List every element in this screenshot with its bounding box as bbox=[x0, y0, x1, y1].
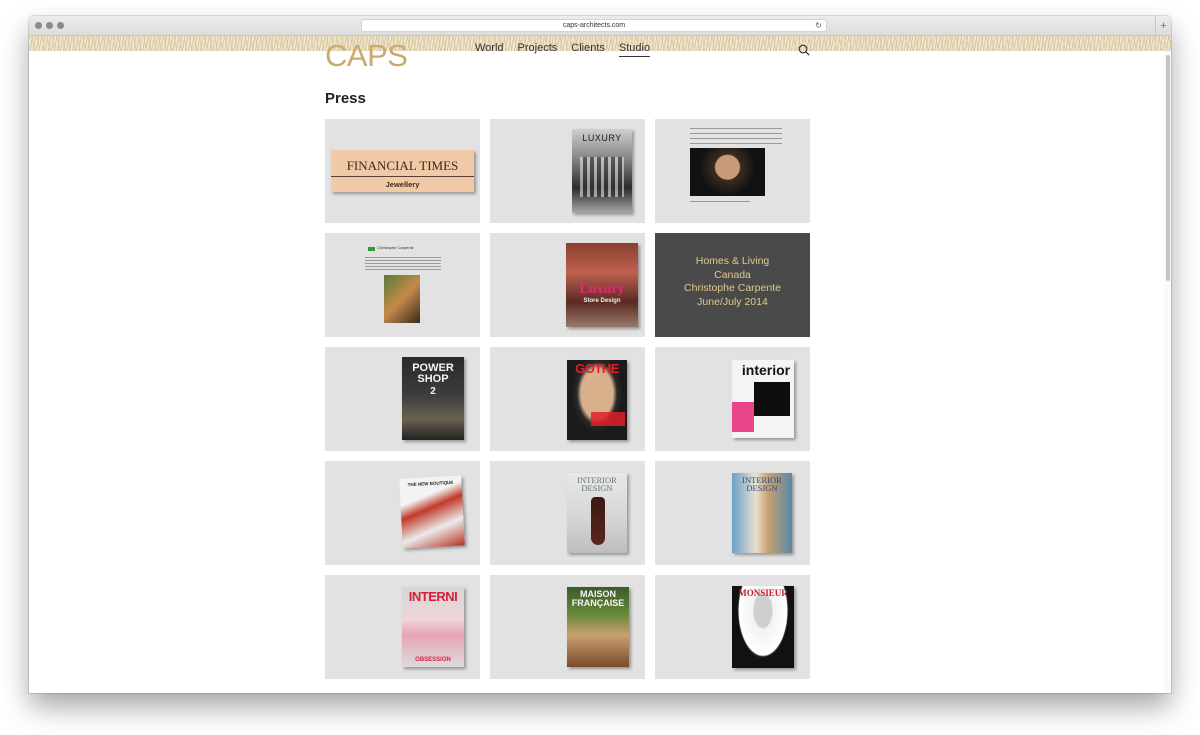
cover-subtitle: 2 bbox=[430, 386, 436, 397]
scrollbar-thumb[interactable] bbox=[1166, 55, 1170, 281]
address-bar[interactable]: caps-architects.com ↻ bbox=[361, 19, 827, 32]
minimize-window-button[interactable] bbox=[46, 22, 53, 29]
cover-image: MONSIEUR bbox=[732, 586, 794, 668]
cover-title: interior bbox=[741, 362, 791, 378]
tile-caption: Homes & Living Canada Christophe Carpent… bbox=[655, 255, 810, 309]
article-photo bbox=[384, 275, 420, 323]
caption-line: Canada bbox=[714, 268, 751, 281]
caption-line: Homes & Living bbox=[695, 255, 770, 267]
plus-icon[interactable]: + bbox=[1155, 16, 1171, 36]
article-caption-lines bbox=[690, 199, 750, 204]
site-logo[interactable]: CAPS bbox=[325, 38, 408, 74]
caption-line: June/July 2014 bbox=[697, 295, 768, 308]
cover-image: LUXURY bbox=[572, 129, 632, 213]
article-text-lines bbox=[365, 255, 441, 271]
cover-title: FINANCIAL TIMES bbox=[346, 158, 459, 173]
press-tile-interior[interactable]: interior bbox=[655, 347, 810, 451]
cover-image: FINANCIAL TIMES Jewellery bbox=[331, 150, 474, 192]
page-title: Press bbox=[325, 90, 366, 107]
cover-rule bbox=[331, 176, 474, 177]
press-tile-power-shop[interactable]: POWER SHOP 2 bbox=[325, 347, 480, 451]
main-nav: World Projects Clients Studio bbox=[475, 42, 664, 57]
nav-item-projects[interactable]: Projects bbox=[518, 42, 558, 57]
portrait-photo bbox=[690, 148, 765, 196]
article-badge bbox=[368, 247, 375, 251]
article-headline: Christophe Carpente bbox=[377, 245, 414, 250]
search-icon[interactable] bbox=[798, 44, 810, 56]
close-window-button[interactable] bbox=[35, 22, 42, 29]
press-tile-new-boutique[interactable]: THE NEW BOUTIQUE bbox=[325, 461, 480, 565]
cover-image: INTERIOR DESIGN bbox=[732, 473, 792, 553]
cover-title: MAISON FRANÇAISE bbox=[571, 589, 625, 608]
cover-title: POWER SHOP bbox=[412, 362, 454, 385]
press-tile-luxury-store-design[interactable]: Luxury Store Design bbox=[490, 233, 645, 337]
cover-title: MONSIEUR bbox=[738, 588, 788, 598]
zoom-window-button[interactable] bbox=[57, 22, 64, 29]
press-tile-interior-design-2[interactable]: INTERIOR DESIGN bbox=[655, 461, 810, 565]
press-tile-interni[interactable]: INTERNI OBSESSION bbox=[325, 575, 480, 679]
address-bar-url: caps-architects.com bbox=[562, 22, 626, 29]
cover-dress-figure bbox=[591, 497, 605, 545]
nav-item-clients[interactable]: Clients bbox=[571, 42, 605, 57]
cover-photo bbox=[580, 157, 624, 197]
cover-subtitle: Jewellery bbox=[385, 180, 420, 189]
press-tile-financial-times[interactable]: FINANCIAL TIMES Jewellery bbox=[325, 119, 480, 223]
reload-icon[interactable]: ↻ bbox=[815, 20, 822, 31]
cover-title: INTERIOR DESIGN bbox=[577, 475, 617, 493]
press-grid: FINANCIAL TIMES Jewellery LUXURY Christo… bbox=[325, 119, 810, 679]
cover-title: INTERIOR DESIGN bbox=[742, 475, 782, 493]
press-tile-chinese-article[interactable]: Christophe Carpente bbox=[325, 233, 480, 337]
press-tile-interior-design-1[interactable]: INTERIOR DESIGN bbox=[490, 461, 645, 565]
cover-title: THE NEW BOUTIQUE bbox=[407, 479, 454, 488]
cover-image: Luxury Store Design bbox=[566, 243, 638, 327]
cover-subtitle: OBSESSION bbox=[415, 657, 451, 663]
press-tile-gothe[interactable]: GOTHE bbox=[490, 347, 645, 451]
cover-image: INTERNI OBSESSION bbox=[402, 587, 464, 667]
press-tile-monsieur[interactable]: MONSIEUR bbox=[655, 575, 810, 679]
cover-headline-block bbox=[591, 412, 625, 426]
cover-pink-block bbox=[732, 402, 754, 432]
press-tile-homes-living[interactable]: Homes & Living Canada Christophe Carpent… bbox=[655, 233, 810, 337]
nav-item-studio[interactable]: Studio bbox=[618, 42, 651, 57]
scrollbar[interactable] bbox=[1164, 51, 1171, 693]
cover-image: interior bbox=[732, 360, 794, 438]
press-tile-luxury[interactable]: LUXURY bbox=[490, 119, 645, 223]
cover-image: MAISON FRANÇAISE bbox=[567, 587, 629, 667]
caption-line: Christophe Carpente bbox=[684, 282, 781, 294]
article-text-lines bbox=[690, 126, 782, 146]
press-tile-maison-francaise[interactable]: MAISON FRANÇAISE bbox=[490, 575, 645, 679]
cover-image: INTERIOR DESIGN bbox=[567, 473, 627, 553]
nav-item-world[interactable]: World bbox=[475, 42, 504, 57]
cover-title: INTERNI bbox=[408, 589, 458, 604]
cover-image: POWER SHOP 2 bbox=[402, 357, 464, 440]
browser-titlebar: caps-architects.com ↻ + bbox=[29, 16, 1171, 36]
cover-subtitle: Store Design bbox=[583, 298, 621, 304]
cover-image: THE NEW BOUTIQUE bbox=[399, 475, 465, 549]
cover-title: LUXURY bbox=[582, 133, 622, 143]
press-tile-article-portrait[interactable] bbox=[655, 119, 810, 223]
cover-title: Luxury bbox=[579, 282, 625, 297]
cover-black-block bbox=[754, 382, 790, 416]
cover-title: GOTHE bbox=[575, 361, 619, 376]
cover-image: GOTHE bbox=[567, 360, 627, 440]
